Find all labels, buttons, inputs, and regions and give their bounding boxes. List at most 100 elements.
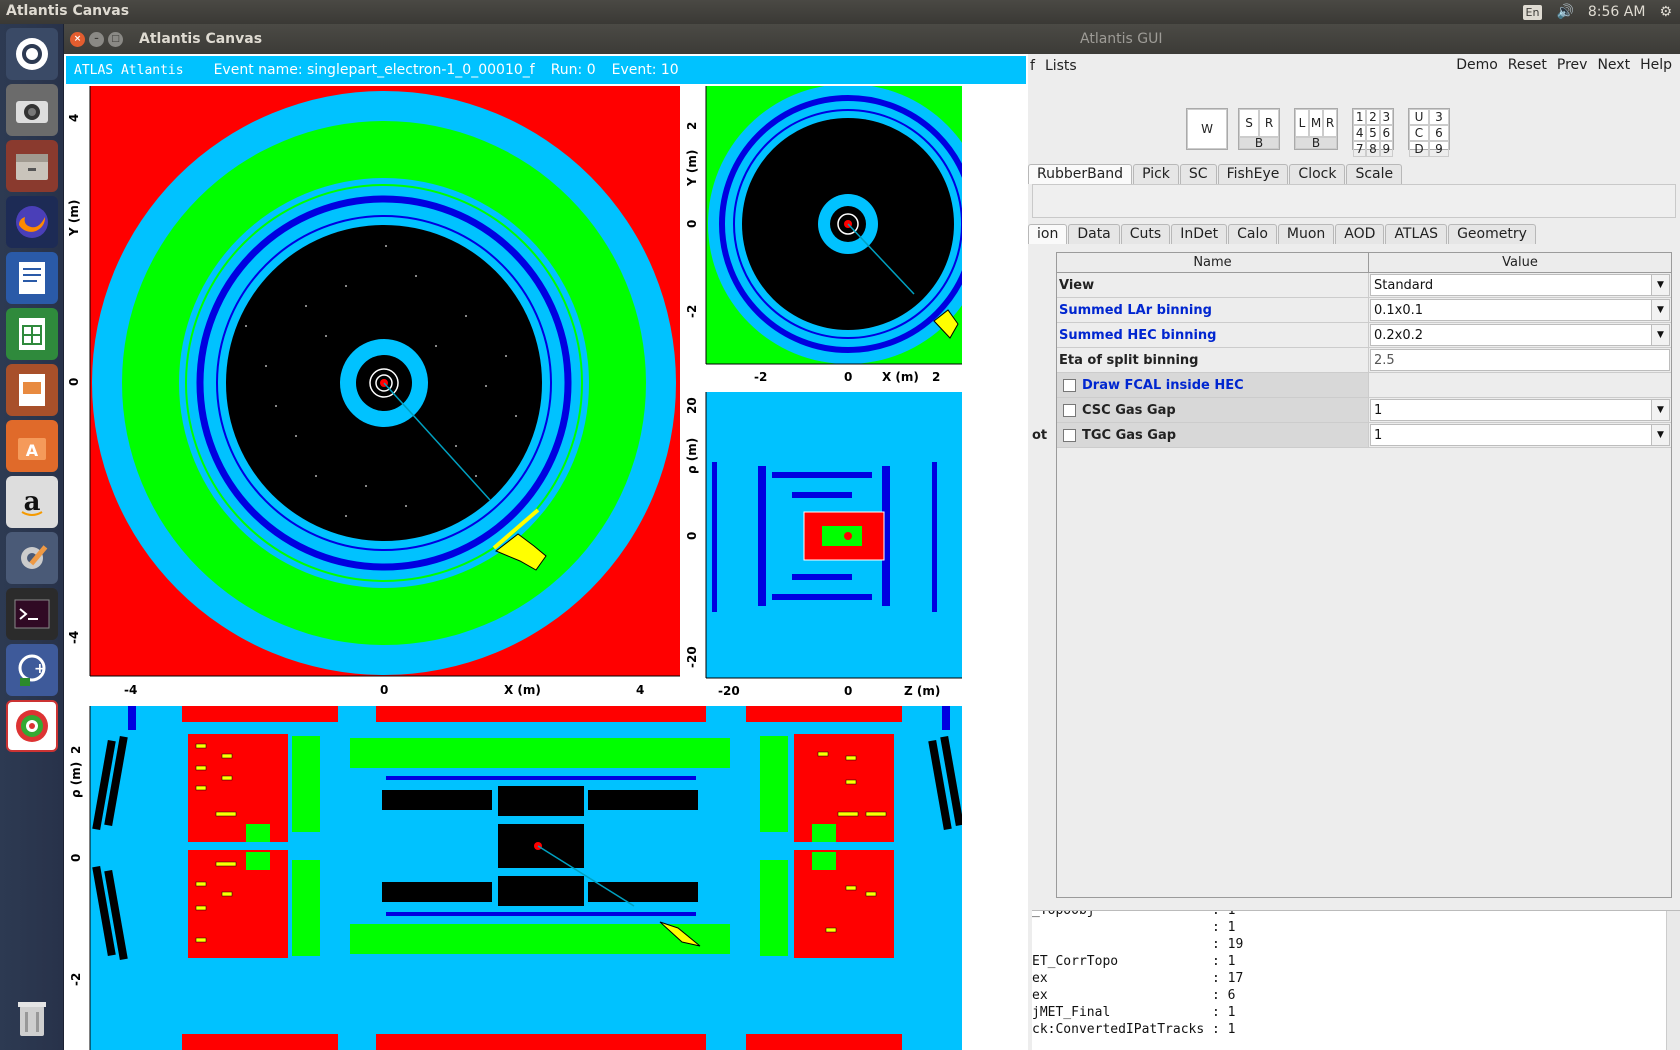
window-5-button[interactable]: 5 <box>1366 125 1380 141</box>
rz-view-panel[interactable]: ρ (m) 20 0 -20 -20 0 Z (m) <box>682 392 962 704</box>
window-9-button[interactable]: 9 <box>1379 141 1393 157</box>
writer-icon[interactable] <box>6 252 58 304</box>
tab-fisheye[interactable]: FishEye <box>1217 164 1289 184</box>
window-4-button[interactable]: 4 <box>1353 125 1367 141</box>
param-value-select[interactable]: 0.1x0.1 ▼ <box>1370 299 1670 321</box>
window-2-button[interactable]: 2 <box>1366 109 1380 125</box>
yx-x-tick: 4 <box>636 683 644 697</box>
amazon-icon[interactable]: a <box>6 476 58 528</box>
output-scrollbar[interactable] <box>1666 911 1680 1050</box>
window-d9-button[interactable]: 9 <box>1429 141 1449 157</box>
yx-view-panel[interactable]: Y (m) 4 0 -4 -4 0 4 X (m) <box>66 86 680 704</box>
window-6-button[interactable]: 6 <box>1379 125 1393 141</box>
window-7-button[interactable]: 7 <box>1353 141 1367 157</box>
tab-sc[interactable]: SC <box>1179 164 1217 184</box>
checkbox[interactable] <box>1063 378 1076 392</box>
calc-icon[interactable] <box>6 308 58 360</box>
window-c6-button[interactable]: 6 <box>1429 125 1449 141</box>
close-icon[interactable]: × <box>70 31 85 47</box>
tab-atlas[interactable]: ATLAS <box>1385 224 1448 244</box>
col-value-header[interactable]: Value <box>1369 253 1671 272</box>
param-value-select[interactable]: 1 ▼ <box>1370 399 1670 421</box>
param-value-input[interactable]: 2.5 <box>1370 349 1670 371</box>
chevron-down-icon[interactable]: ▼ <box>1651 300 1669 320</box>
gear-icon[interactable]: ⚙ <box>1659 4 1672 20</box>
window-8-button[interactable]: 8 <box>1366 141 1380 157</box>
volume-icon[interactable]: 🔊 <box>1556 4 1573 20</box>
zoomed-yx-panel[interactable]: Y (m) 2 0 -2 -2 0 2 X (m) <box>682 86 962 390</box>
tab-rubberband[interactable]: RubberBand <box>1028 164 1133 184</box>
tab-projection[interactable]: ion <box>1028 224 1068 244</box>
root-icon[interactable]: + <box>6 644 58 696</box>
param-value-select[interactable]: 1 ▼ <box>1370 424 1670 446</box>
param-name: View <box>1057 273 1369 297</box>
checkbox[interactable] <box>1063 428 1076 442</box>
tab-aod[interactable]: AOD <box>1335 224 1385 244</box>
tab-geometry[interactable]: Geometry <box>1448 224 1536 244</box>
window-w-button[interactable]: W <box>1187 109 1227 149</box>
param-value-select[interactable]: 0.2x0.2 ▼ <box>1370 324 1670 346</box>
chevron-down-icon[interactable]: ▼ <box>1651 325 1669 345</box>
firefox-icon[interactable] <box>6 196 58 248</box>
menu-demo[interactable]: Demo <box>1456 57 1498 73</box>
window-r2-button[interactable]: R <box>1323 109 1337 137</box>
keyboard-layout-indicator[interactable]: En <box>1522 4 1543 20</box>
menu-reset[interactable]: Reset <box>1508 57 1547 73</box>
col-name-header[interactable]: Name <box>1057 253 1369 272</box>
atlantis-icon[interactable] <box>6 700 58 752</box>
impress-icon[interactable] <box>6 364 58 416</box>
yx-y-axis-label: Y (m) <box>67 200 81 237</box>
window-u3-button[interactable]: 3 <box>1429 109 1449 125</box>
param-value-select[interactable]: Standard ▼ <box>1370 274 1670 296</box>
top-panel: Atlantis Canvas En 🔊 8:56 AM ⚙ <box>0 0 1680 24</box>
chevron-down-icon[interactable]: ▼ <box>1651 400 1669 420</box>
menu-prev[interactable]: Prev <box>1557 57 1588 73</box>
tab-cuts[interactable]: Cuts <box>1120 224 1171 244</box>
output-log[interactable]: _TopoObj: 1 : 1 : 19 ET_CorrTopo: 1 ex: … <box>1032 910 1680 1050</box>
menu-file[interactable]: f <box>1030 58 1035 74</box>
trash-icon[interactable] <box>6 992 58 1044</box>
tab-calo[interactable]: Calo <box>1228 224 1277 244</box>
window-b-button[interactable]: B <box>1239 136 1279 150</box>
menu-next[interactable]: Next <box>1597 57 1630 73</box>
rz-zoom-y-axis-label: ρ (m) <box>69 762 83 798</box>
svg-text:a: a <box>24 487 41 517</box>
terminal-icon[interactable] <box>6 588 58 640</box>
tab-muon[interactable]: Muon <box>1277 224 1335 244</box>
window-w-group: W <box>1186 108 1228 150</box>
window-1-button[interactable]: 1 <box>1353 109 1367 125</box>
tab-pick[interactable]: Pick <box>1133 164 1179 184</box>
tab-scale[interactable]: Scale <box>1346 164 1403 184</box>
window-3-button[interactable]: 3 <box>1379 109 1393 125</box>
zoom-y-tick: 0 <box>685 220 699 228</box>
ubuntu-dash-icon[interactable] <box>6 28 58 80</box>
window-l-button[interactable]: L <box>1295 109 1309 137</box>
param-name: Draw FCAL inside HEC <box>1057 373 1369 397</box>
chevron-down-icon[interactable]: ▼ <box>1651 275 1669 295</box>
settings-icon[interactable] <box>6 532 58 584</box>
checkbox[interactable] <box>1063 403 1076 417</box>
window-r-button[interactable]: R <box>1259 109 1279 137</box>
window-c-button[interactable]: C <box>1409 125 1429 141</box>
tab-indet[interactable]: InDet <box>1171 224 1228 244</box>
chevron-down-icon[interactable]: ▼ <box>1651 425 1669 445</box>
maximize-icon[interactable]: □ <box>108 31 123 47</box>
files-icon[interactable] <box>6 140 58 192</box>
tab-data[interactable]: Data <box>1068 224 1120 244</box>
menu-help[interactable]: Help <box>1640 57 1672 73</box>
camera-icon[interactable] <box>6 84 58 136</box>
table-header: Name Value <box>1057 253 1671 273</box>
log-line: : 19 <box>1212 937 1244 952</box>
window-b2-button[interactable]: B <box>1295 136 1337 150</box>
software-center-icon[interactable]: A <box>6 420 58 472</box>
window-m-button[interactable]: M <box>1309 109 1323 137</box>
window-d-button[interactable]: D <box>1409 141 1429 157</box>
menu-lists[interactable]: Lists <box>1045 58 1077 74</box>
tab-clock[interactable]: Clock <box>1289 164 1346 184</box>
canvas-window-title: Atlantis Canvas <box>139 31 263 47</box>
clock[interactable]: 8:56 AM <box>1588 4 1646 20</box>
window-u-button[interactable]: U <box>1409 109 1429 125</box>
window-s-button[interactable]: S <box>1239 109 1259 137</box>
rz-zoom-panel[interactable]: ρ (m) 2 0 -2 <box>66 706 962 1050</box>
minimize-icon[interactable]: – <box>89 31 104 47</box>
